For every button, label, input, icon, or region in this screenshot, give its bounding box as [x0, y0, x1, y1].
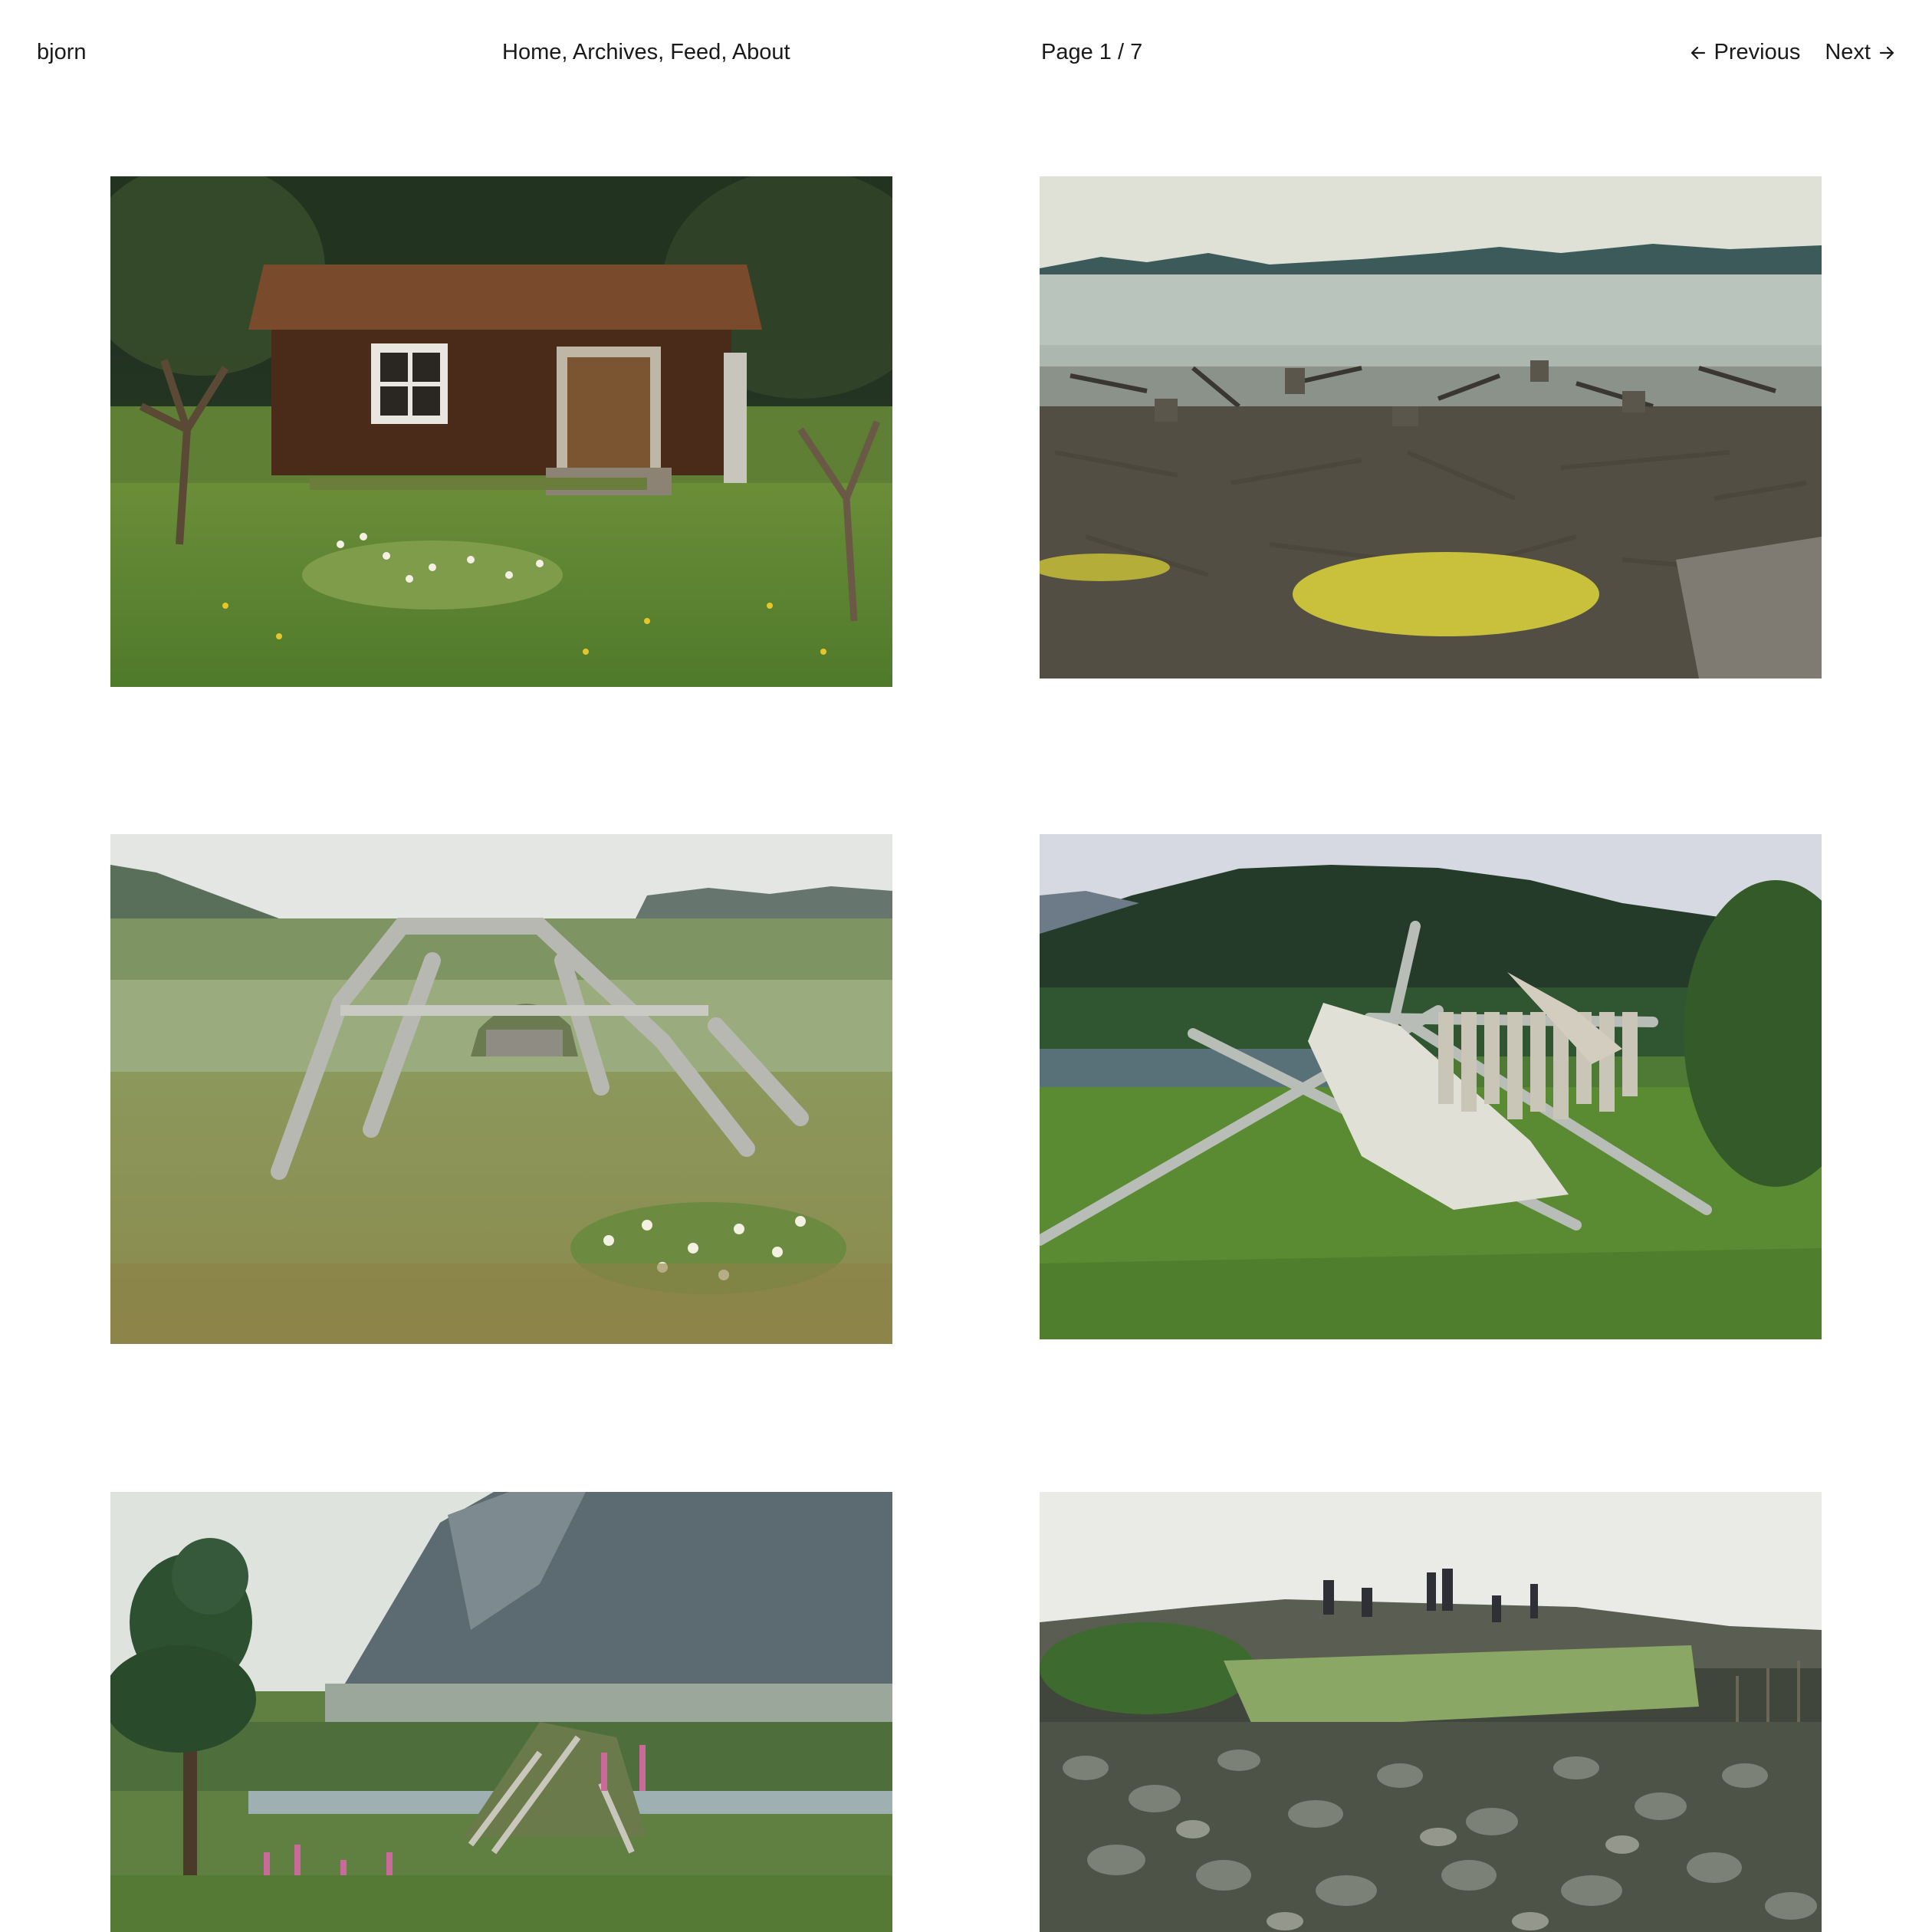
next-label: Next: [1825, 40, 1871, 64]
page-indicator: Page 1 / 7: [1041, 40, 1143, 64]
page: bjorn Home, Archives, Feed, About Page 1…: [0, 0, 1932, 1932]
photo-drying-nets[interactable]: [1040, 834, 1822, 1339]
next-page-link[interactable]: Next: [1825, 41, 1895, 64]
arrow-right-icon: [1878, 44, 1895, 61]
main-nav: Home, Archives, Feed, About: [502, 41, 790, 64]
nav-separator: ,: [561, 40, 573, 64]
pager: Previous Next: [1690, 41, 1895, 64]
arrow-left-icon: [1690, 44, 1707, 61]
previous-label: Previous: [1714, 40, 1801, 64]
site-name-link[interactable]: bjorn: [37, 41, 87, 64]
photo-wooden-cabin[interactable]: [110, 176, 892, 687]
site-header: bjorn Home, Archives, Feed, About Page 1…: [0, 0, 1932, 107]
nav-item-archives[interactable]: Archives: [573, 40, 658, 64]
photo-stone-field[interactable]: [1040, 1492, 1822, 1932]
photo-flooded-stumps[interactable]: [1040, 176, 1822, 678]
nav-separator: ,: [658, 40, 671, 64]
photo-mountain-hut[interactable]: [110, 1492, 892, 1932]
photo-arched-frame[interactable]: [110, 834, 892, 1344]
previous-page-link[interactable]: Previous: [1690, 40, 1801, 64]
nav-item-feed[interactable]: Feed: [670, 40, 721, 64]
nav-separator: ,: [721, 40, 732, 64]
nav-item-home[interactable]: Home: [502, 40, 561, 64]
nav-item-about[interactable]: About: [732, 40, 790, 64]
